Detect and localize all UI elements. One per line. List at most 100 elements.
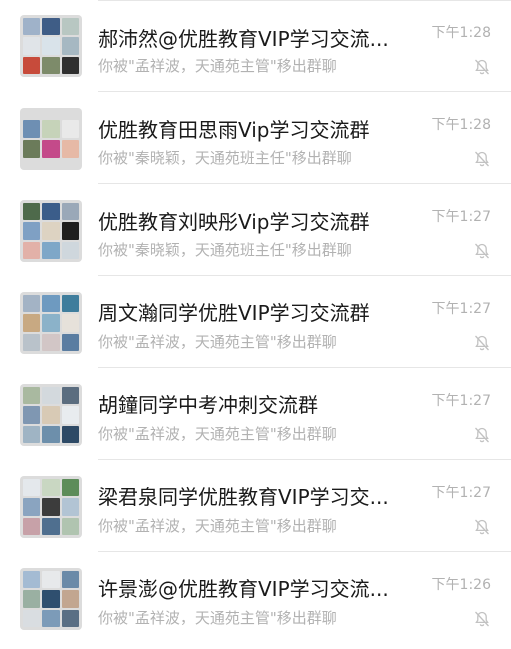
member-avatar-tile <box>42 498 60 516</box>
member-avatar-tile <box>42 590 60 608</box>
chat-row[interactable]: 优胜教育田思雨Vip学习交流群 下午1:28 你被"秦晓颖，天通苑班主任"移出群… <box>0 92 511 184</box>
mute-bell-icon <box>475 335 489 351</box>
chat-time: 下午1:27 <box>431 393 491 409</box>
member-avatar-tile <box>61 241 79 259</box>
chat-last-message: 你被"秦晓颖，天通苑班主任"移出群聊 <box>98 149 352 167</box>
member-avatar-tile <box>42 571 60 589</box>
member-avatar-tile <box>61 295 79 313</box>
member-avatar-tile <box>61 609 79 627</box>
chat-title: 郝沛然@优胜教育VIP学习交流... <box>98 27 389 51</box>
member-avatar-tile <box>61 37 79 55</box>
member-avatar-tile <box>23 18 41 36</box>
chat-last-message: 你被"孟祥波，天通苑主管"移出群聊 <box>98 517 337 535</box>
member-avatar-tile <box>42 387 60 405</box>
chat-time: 下午1:27 <box>431 209 491 225</box>
chat-row[interactable]: 郝沛然@优胜教育VIP学习交流... 下午1:28 你被"孟祥波，天通苑主管"移… <box>0 0 511 92</box>
member-avatar-tile <box>61 203 79 221</box>
chat-row[interactable]: 周文瀚同学优胜VIP学习交流群 下午1:27 你被"孟祥波，天通苑主管"移出群聊 <box>0 276 511 368</box>
group-avatar <box>20 384 82 446</box>
mute-bell-icon <box>475 611 489 627</box>
member-avatar-tile <box>61 333 79 351</box>
member-avatar-tile <box>61 140 79 158</box>
chat-time: 下午1:28 <box>431 117 491 133</box>
member-avatar-tile <box>23 387 41 405</box>
chat-title: 许景澎@优胜教育VIP学习交流... <box>98 577 389 601</box>
member-avatar-tile <box>61 18 79 36</box>
member-avatar-tile <box>23 241 41 259</box>
chat-row[interactable]: 优胜教育刘映彤Vip学习交流群 下午1:27 你被"秦晓颖，天通苑班主任"移出群… <box>0 184 511 276</box>
member-avatar-tile <box>23 222 41 240</box>
member-avatar-tile <box>42 333 60 351</box>
member-avatar-tile <box>42 18 60 36</box>
chat-title: 梁君泉同学优胜教育VIP学习交... <box>98 485 389 509</box>
member-avatar-tile <box>23 314 41 332</box>
chat-title: 优胜教育田思雨Vip学习交流群 <box>98 118 370 142</box>
member-avatar-tile <box>42 56 60 74</box>
chat-title: 优胜教育刘映彤Vip学习交流群 <box>98 210 370 234</box>
member-avatar-tile <box>23 571 41 589</box>
member-avatar-tile <box>23 333 41 351</box>
mute-bell-icon <box>475 519 489 535</box>
member-avatar-tile <box>23 517 41 535</box>
member-avatar-tile <box>23 498 41 516</box>
member-avatar-tile <box>23 140 41 158</box>
member-avatar-tile <box>61 590 79 608</box>
group-avatar <box>20 15 82 77</box>
member-avatar-tile <box>61 222 79 240</box>
member-avatar-tile <box>42 120 60 138</box>
member-avatar-tile <box>42 203 60 221</box>
chat-last-message: 你被"孟祥波，天通苑主管"移出群聊 <box>98 425 337 443</box>
mute-bell-icon <box>475 59 489 75</box>
mute-bell-icon <box>475 243 489 259</box>
member-avatar-tile <box>42 140 60 158</box>
member-avatar-tile <box>61 498 79 516</box>
chat-time: 下午1:27 <box>431 485 491 501</box>
chat-row[interactable]: 胡鐘同学中考冲刺交流群 下午1:27 你被"孟祥波，天通苑主管"移出群聊 <box>0 368 511 460</box>
member-avatar-tile <box>23 479 41 497</box>
member-avatar-tile <box>42 222 60 240</box>
member-avatar-tile <box>42 406 60 424</box>
member-avatar-tile <box>23 406 41 424</box>
member-avatar-tile <box>42 241 60 259</box>
member-avatar-tile <box>23 295 41 313</box>
member-avatar-tile <box>42 314 60 332</box>
member-avatar-tile <box>42 295 60 313</box>
chat-row[interactable]: 许景澎@优胜教育VIP学习交流... 下午1:26 你被"孟祥波，天通苑主管"移… <box>0 552 511 644</box>
group-avatar <box>20 200 82 262</box>
member-avatar-tile <box>61 387 79 405</box>
member-avatar-tile <box>42 425 60 443</box>
member-avatar-tile <box>23 203 41 221</box>
member-avatar-tile <box>23 590 41 608</box>
member-avatar-tile <box>61 517 79 535</box>
mute-bell-icon <box>475 427 489 443</box>
member-avatar-tile <box>61 425 79 443</box>
member-avatar-tile <box>61 479 79 497</box>
member-avatar-tile <box>23 37 41 55</box>
chat-last-message: 你被"孟祥波，天通苑主管"移出群聊 <box>98 57 337 75</box>
member-avatar-tile <box>61 406 79 424</box>
group-avatar <box>20 292 82 354</box>
group-avatar <box>20 568 82 630</box>
chat-time: 下午1:28 <box>431 25 491 41</box>
chat-last-message: 你被"孟祥波，天通苑主管"移出群聊 <box>98 333 337 351</box>
member-avatar-tile <box>23 609 41 627</box>
mute-bell-icon <box>475 151 489 167</box>
chat-title: 胡鐘同学中考冲刺交流群 <box>98 393 318 417</box>
group-avatar <box>20 476 82 538</box>
member-avatar-tile <box>23 120 41 138</box>
chat-list: 郝沛然@优胜教育VIP学习交流... 下午1:28 你被"孟祥波，天通苑主管"移… <box>0 0 511 649</box>
member-avatar-tile <box>61 56 79 74</box>
chat-last-message: 你被"秦晓颖，天通苑班主任"移出群聊 <box>98 241 352 259</box>
chat-time: 下午1:26 <box>431 577 491 593</box>
chat-time: 下午1:27 <box>431 301 491 317</box>
member-avatar-tile <box>42 479 60 497</box>
member-avatar-tile <box>42 517 60 535</box>
member-avatar-tile <box>42 609 60 627</box>
member-avatar-tile <box>61 120 79 138</box>
chat-row[interactable]: 梁君泉同学优胜教育VIP学习交... 下午1:27 你被"孟祥波，天通苑主管"移… <box>0 460 511 552</box>
member-avatar-tile <box>23 425 41 443</box>
chat-last-message: 你被"孟祥波，天通苑主管"移出群聊 <box>98 609 337 627</box>
member-avatar-tile <box>61 571 79 589</box>
group-avatar <box>20 108 82 170</box>
member-avatar-tile <box>61 314 79 332</box>
